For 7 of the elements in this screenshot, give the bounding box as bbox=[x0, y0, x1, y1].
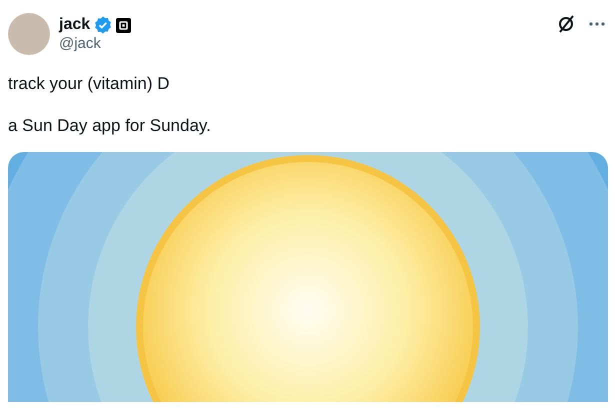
author-name[interactable]: jack bbox=[59, 16, 90, 34]
author-handle[interactable]: @jack bbox=[59, 35, 557, 52]
slashed-circle-icon[interactable] bbox=[557, 14, 575, 34]
tweet-text: a Sun Day app for Sunday. bbox=[8, 116, 212, 136]
more-icon[interactable] bbox=[589, 22, 605, 26]
tweet-text: track your (vitamin) D bbox=[8, 74, 171, 94]
square-badge-icon bbox=[116, 18, 132, 32]
